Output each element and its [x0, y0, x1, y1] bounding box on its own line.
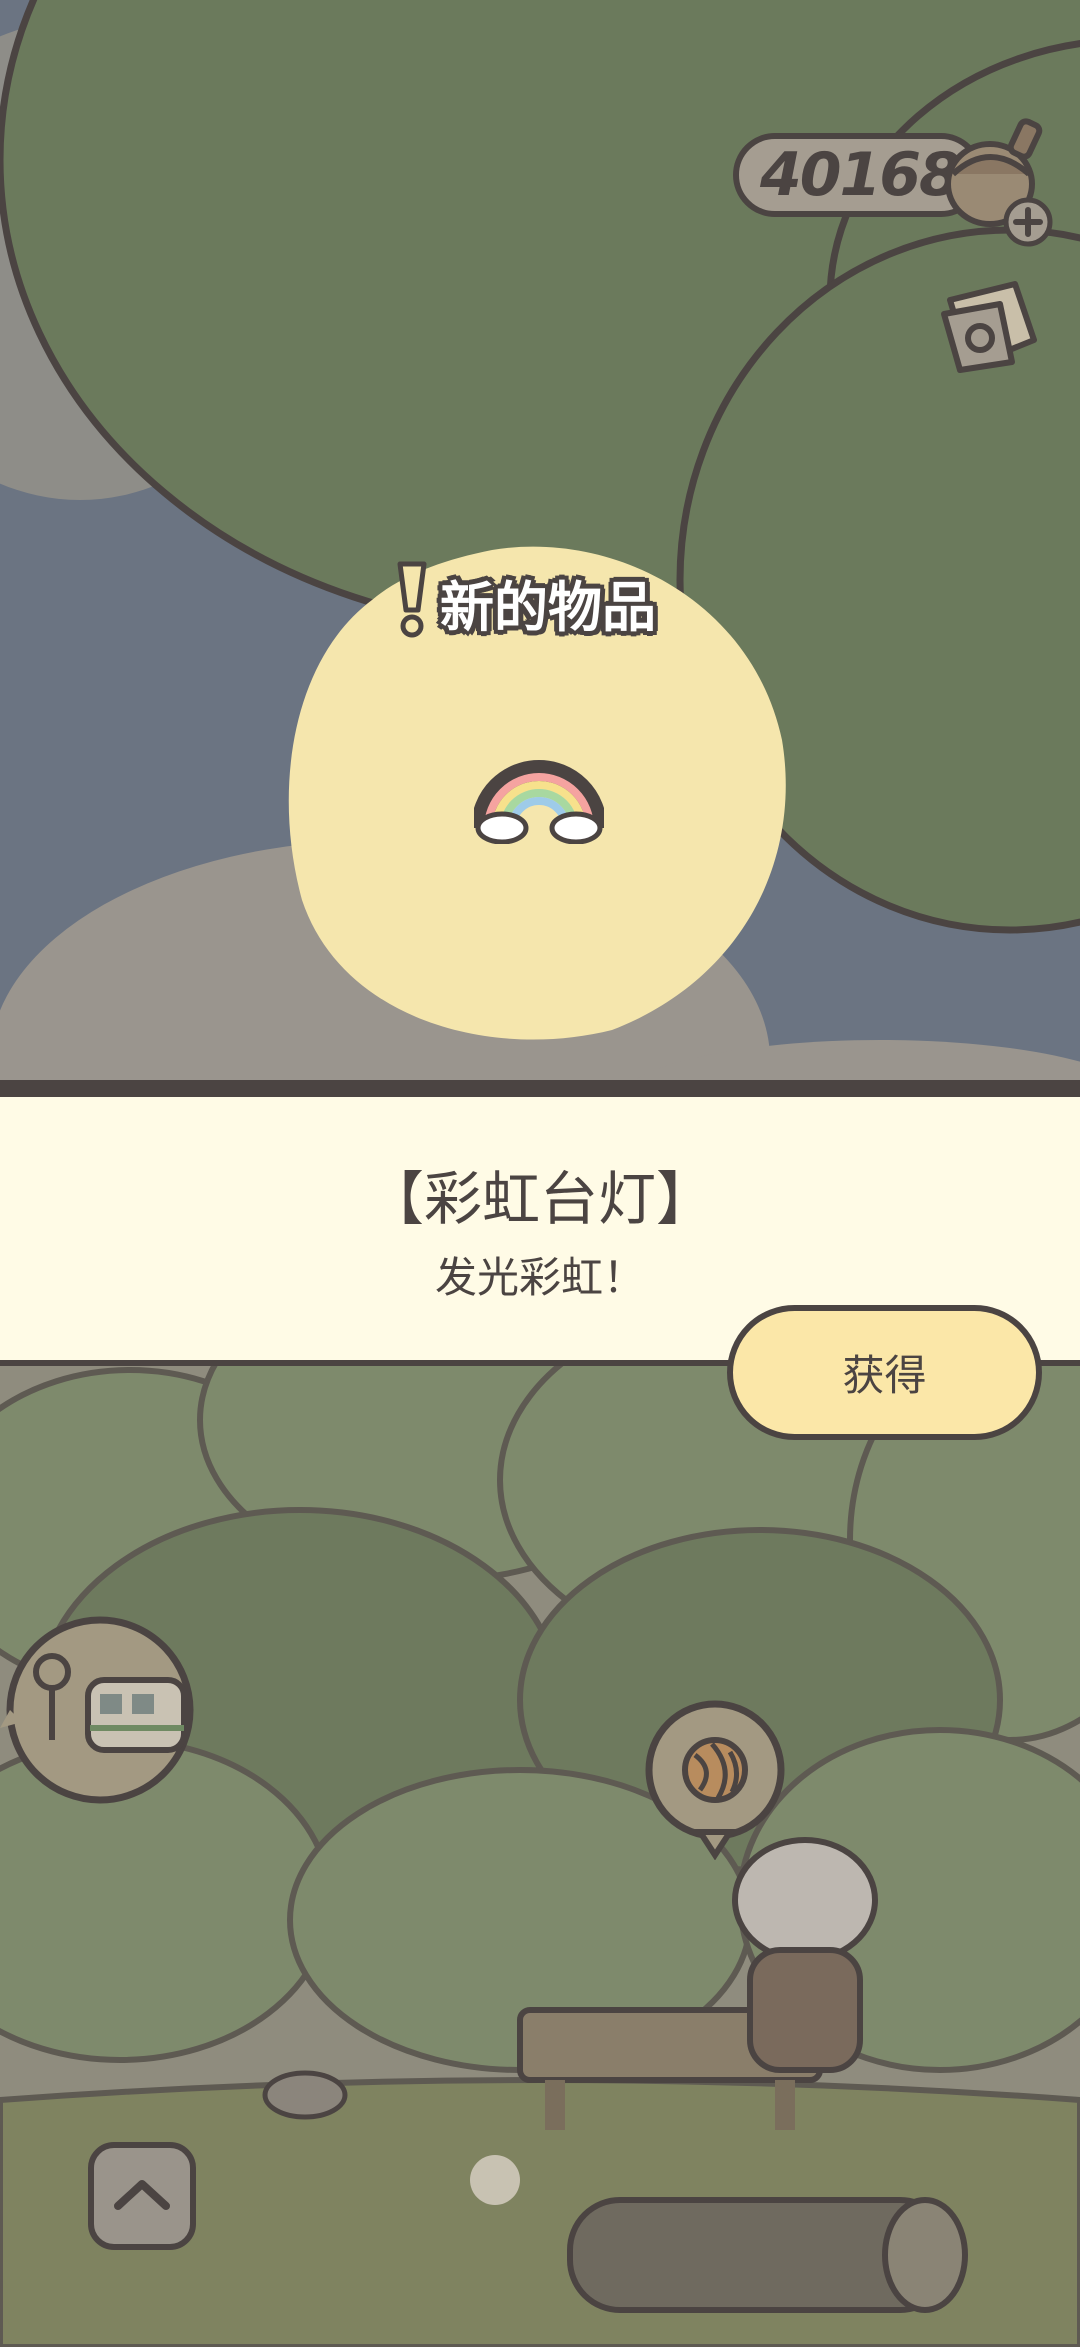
plus-icon[interactable] [1002, 196, 1054, 248]
chevron-up-icon [114, 2180, 170, 2210]
obtain-button[interactable]: 获得 [727, 1305, 1042, 1440]
obtain-label: 获得 [842, 1351, 927, 1400]
item-description: 发光彩虹！ [434, 1253, 645, 1302]
new-item-label: 新的物品 [440, 576, 656, 639]
item-name: 【彩虹台灯】 [365, 1165, 714, 1233]
exclamation-icon [397, 561, 427, 638]
rainbow-lamp-icon [474, 760, 604, 844]
yarn-ball-icon[interactable] [640, 1700, 790, 1860]
train-stop-icon[interactable] [0, 1610, 200, 1810]
game-screen: 新的物品 401689 【彩虹台灯】 发光彩虹！ 获得 [0, 0, 1080, 2347]
up-button[interactable] [88, 2142, 196, 2250]
mail-icon[interactable] [930, 270, 1050, 390]
